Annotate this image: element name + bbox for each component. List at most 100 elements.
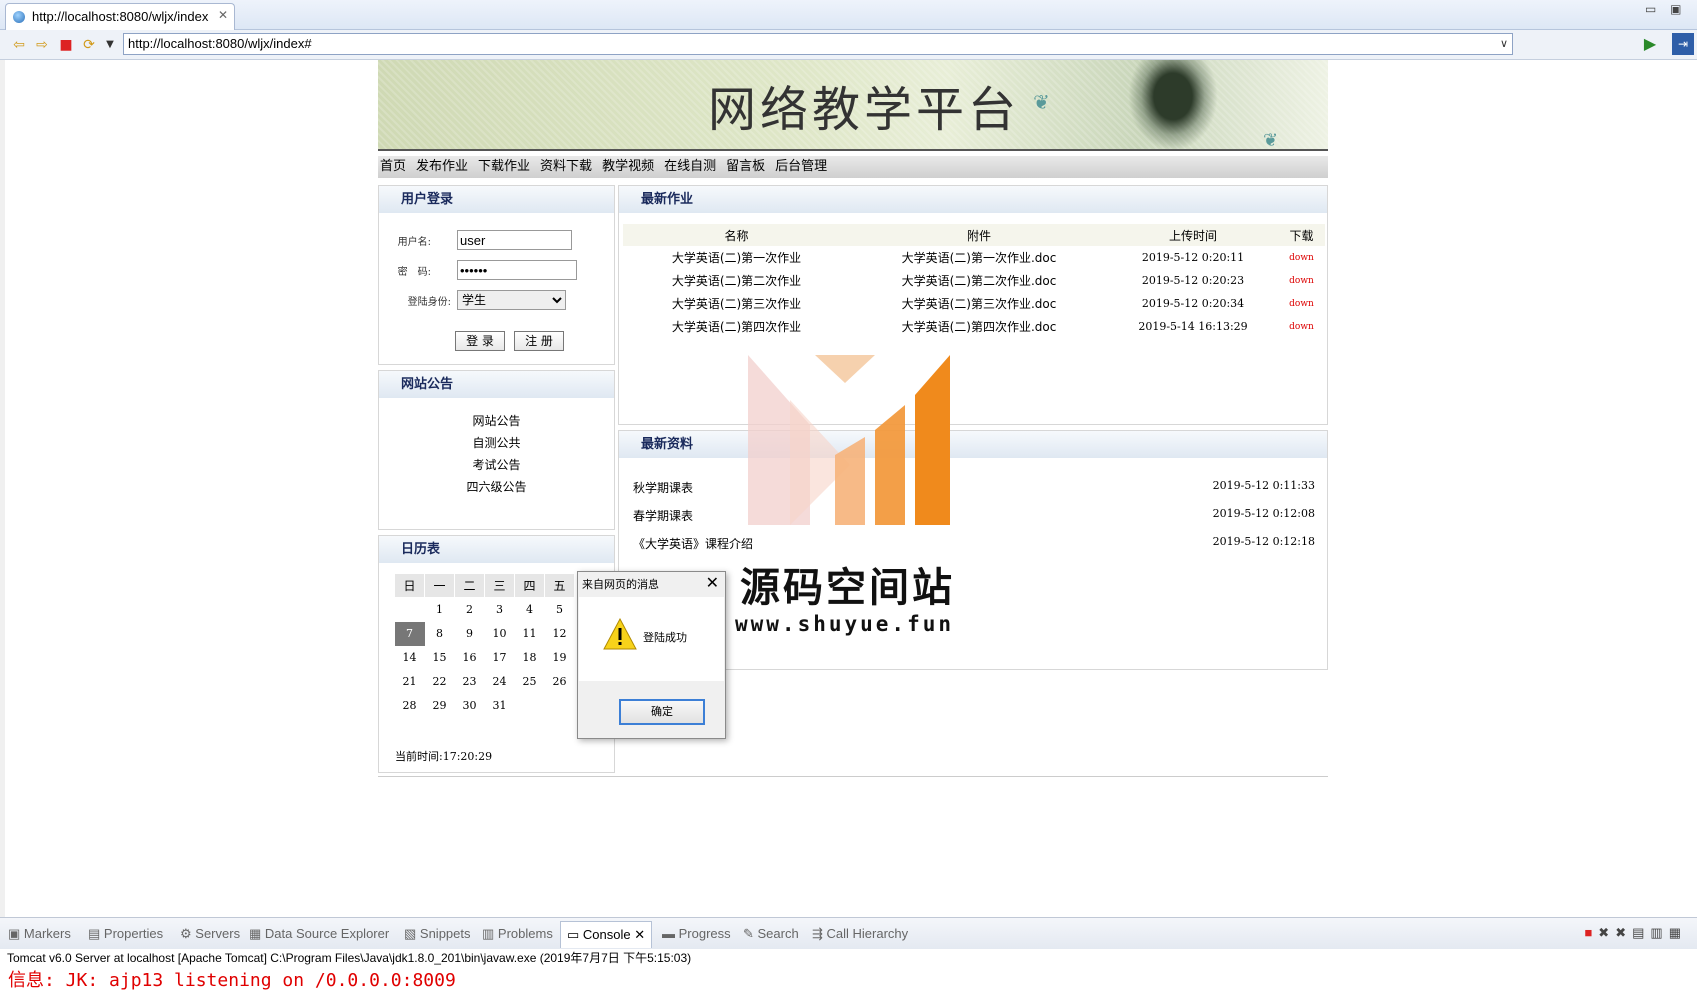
calendar-day[interactable]: 12 (545, 622, 575, 646)
go-icon[interactable]: ▶ (1640, 34, 1660, 54)
minimize-icon[interactable]: ▭ (1645, 2, 1656, 16)
calendar-day[interactable]: 14 (395, 646, 425, 670)
close-tab-icon[interactable]: ✕ (218, 8, 228, 22)
attachment-link[interactable]: 大学英语(二)第一次作业.doc (850, 246, 1108, 269)
weekday-header: 四 (514, 573, 545, 598)
nav-item-home[interactable]: 首页 (380, 159, 406, 174)
calendar-day[interactable]: 31 (485, 694, 515, 718)
calendar-day[interactable]: 30 (455, 694, 485, 718)
tab-label: Console (582, 927, 631, 942)
butterfly-icon: ❦ (1263, 130, 1279, 151)
tab-call-hierarchy[interactable]: ⇶ Call Hierarchy (812, 926, 908, 942)
open-external-icon[interactable]: ⇥ (1672, 33, 1694, 55)
login-panel: 用户登录 用户名: 密 码: 登陆身份: 学生 登 录 注 册 (378, 185, 615, 365)
notice-link[interactable]: 网站公告 (379, 410, 614, 432)
password-input[interactable] (457, 260, 577, 280)
calendar-day[interactable]: 4 (515, 598, 545, 622)
register-button[interactable]: 注 册 (514, 331, 564, 351)
calendar-day[interactable]: 23 (455, 670, 485, 694)
nav-item-self-test[interactable]: 在线自测 (664, 159, 716, 174)
tab-markers[interactable]: ▣ Markers (8, 926, 71, 942)
nav-item-videos[interactable]: 教学视频 (602, 159, 654, 174)
download-link[interactable]: down (1278, 269, 1325, 292)
stop-icon[interactable]: ■ (57, 36, 75, 54)
calendar-day[interactable]: 16 (455, 646, 485, 670)
dropdown-icon[interactable]: ▼ (101, 36, 119, 54)
clear-console-icon[interactable]: ▤ (1632, 925, 1650, 940)
terminate-icon[interactable]: ■ (1584, 925, 1598, 940)
calendar-day[interactable]: 26 (545, 670, 575, 694)
calendar-day[interactable]: 17 (485, 646, 515, 670)
role-select[interactable]: 学生 (457, 290, 566, 310)
calendar-day-today[interactable]: 7 (394, 621, 425, 646)
scroll-lock-icon[interactable]: ▥ (1650, 925, 1668, 940)
maximize-icon[interactable]: ▣ (1670, 2, 1681, 16)
pin-console-icon[interactable]: ▦ (1669, 925, 1687, 940)
calendar-day[interactable]: 2 (455, 598, 485, 622)
download-link[interactable]: down (1278, 315, 1325, 338)
calendar-day[interactable]: 11 (515, 622, 545, 646)
resource-link[interactable]: 《大学英语》课程介绍 (633, 535, 753, 552)
tab-properties[interactable]: ▤ Properties (88, 926, 163, 942)
login-header: 用户登录 (379, 186, 614, 213)
attachment-link[interactable]: 大学英语(二)第四次作业.doc (850, 315, 1108, 338)
resource-link[interactable]: 春学期课表 (633, 507, 693, 524)
back-icon[interactable]: ⇦ (10, 36, 28, 54)
login-button[interactable]: 登 录 (455, 331, 505, 351)
tab-progress[interactable]: ▬ Progress (662, 926, 731, 941)
ok-button[interactable]: 确定 (619, 699, 705, 725)
notice-link[interactable]: 自测公共 (379, 432, 614, 454)
calendar-day[interactable]: 5 (545, 598, 575, 622)
calendar-day[interactable]: 21 (395, 670, 425, 694)
calendar-day[interactable]: 19 (545, 646, 575, 670)
attachment-link[interactable]: 大学英语(二)第三次作业.doc (850, 292, 1108, 315)
refresh-icon[interactable]: ⟳ (80, 36, 98, 54)
url-field[interactable]: http://localhost:8080/wljx/index# ∨ (123, 33, 1513, 55)
chevron-down-icon[interactable]: ∨ (1500, 34, 1508, 54)
calendar-day[interactable]: 1 (425, 598, 455, 622)
attachment-link[interactable]: 大学英语(二)第二次作业.doc (850, 269, 1108, 292)
calendar-day (515, 694, 545, 718)
tab-data-source-explorer[interactable]: ▦ Data Source Explorer (249, 926, 389, 942)
remove-all-icon[interactable]: ✖ (1615, 925, 1632, 940)
calendar-day[interactable]: 25 (515, 670, 545, 694)
nav-item-download-homework[interactable]: 下载作业 (478, 159, 530, 174)
calendar-day[interactable]: 24 (485, 670, 515, 694)
calendar-day[interactable]: 8 (425, 622, 455, 646)
calendar-day[interactable]: 18 (515, 646, 545, 670)
notice-link[interactable]: 考试公告 (379, 454, 614, 476)
calendar-day[interactable]: 15 (425, 646, 455, 670)
calendar-day[interactable]: 29 (425, 694, 455, 718)
watermark-url: www.shuyue.fun (735, 612, 955, 636)
dialog-body: 登陆成功 (579, 597, 724, 681)
calendar-day[interactable]: 22 (425, 670, 455, 694)
remove-launch-icon[interactable]: ✖ (1598, 925, 1615, 940)
tab-console[interactable]: ▭ Console ✕ (560, 921, 653, 948)
tab-search[interactable]: ✎ Search (743, 926, 799, 942)
page-divider (378, 776, 1328, 777)
forward-icon[interactable]: ⇨ (33, 36, 51, 54)
download-link[interactable]: down (1278, 246, 1325, 269)
calendar-day[interactable]: 3 (485, 598, 515, 622)
download-link[interactable]: down (1278, 292, 1325, 315)
tab-servers[interactable]: ⚙ Servers (180, 926, 240, 942)
browser-tab[interactable]: http://localhost:8080/wljx/index ✕ (5, 3, 235, 30)
resource-link[interactable]: 秋学期课表 (633, 479, 693, 496)
calendar-day[interactable]: 28 (395, 694, 425, 718)
homework-table: 名称 附件 上传时间 下载 大学英语(二)第一次作业 大学英语(二)第一次作业.d… (623, 224, 1325, 338)
column-header: 名称 (623, 224, 850, 246)
calendar-day[interactable]: 10 (485, 622, 515, 646)
left-edge (0, 60, 5, 917)
nav-item-admin[interactable]: 后台管理 (775, 159, 827, 174)
console-output: Tomcat v6.0 Server at localhost [Apache … (0, 949, 1697, 994)
nav-item-publish-homework[interactable]: 发布作业 (416, 159, 468, 174)
calendar-day[interactable]: 9 (455, 622, 485, 646)
notice-link[interactable]: 四六级公告 (379, 476, 614, 498)
tab-problems[interactable]: ▥ Problems (482, 926, 553, 942)
username-input[interactable] (457, 230, 572, 250)
nav-item-materials[interactable]: 资料下载 (540, 159, 592, 174)
nav-item-message-board[interactable]: 留言板 (726, 159, 765, 174)
close-icon[interactable]: ✕ (706, 573, 719, 592)
tab-snippets[interactable]: ▧ Snippets (404, 926, 471, 942)
weekday-header: 三 (484, 573, 515, 598)
